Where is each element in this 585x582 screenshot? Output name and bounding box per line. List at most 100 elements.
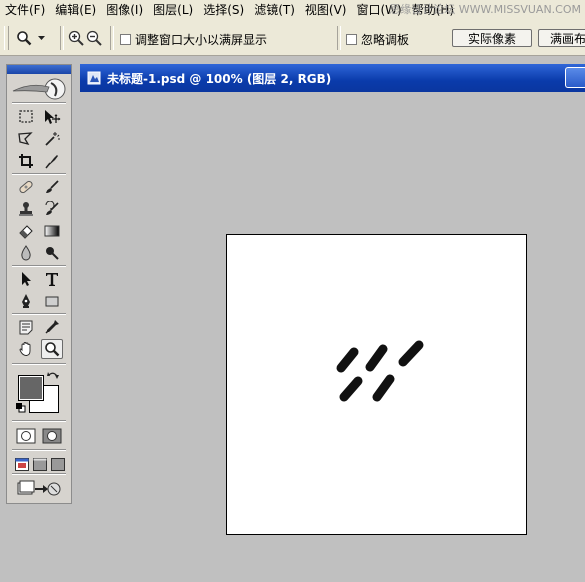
healing-brush-tool[interactable] [15,177,37,197]
toolbox-separator [12,173,66,175]
default-colors-icon[interactable] [16,403,26,413]
crop-icon [19,154,33,168]
zoom-in-icon [68,30,84,46]
menu-bar: 文件(F) 编辑(E) 图像(I) 图层(L) 选择(S) 滤镜(T) 视图(V… [0,0,585,20]
notes-tool[interactable] [15,317,37,337]
clone-stamp-tool[interactable] [15,199,37,219]
quick-mask-button[interactable] [41,426,63,446]
zoom-out-icon [86,30,102,46]
blur-tool[interactable] [15,243,37,263]
zoom-in-button[interactable] [68,30,84,46]
slice-tool[interactable] [41,151,63,171]
document-title: 未标题-1.psd @ 100% (图层 2, RGB) [107,71,332,86]
jump-to-imageready-button[interactable] [15,478,63,498]
menu-select[interactable]: 选择(S) [198,0,249,20]
menu-edit[interactable]: 编辑(E) [50,0,101,20]
swap-colors-icon[interactable] [47,371,59,383]
ignore-palettes-label: 忽略调板 [361,33,410,47]
move-tool[interactable] [41,107,63,127]
slice-icon [45,155,58,169]
rectangular-marquee-icon [19,110,33,123]
full-screen-menu-mode[interactable] [31,454,49,474]
type-icon [46,273,58,286]
foreground-color-swatch[interactable] [18,375,44,401]
brush-stroke [339,376,363,402]
toolbox-separator [12,102,66,104]
brush-stroke [398,340,424,367]
rectangle-tool[interactable] [41,291,63,311]
fit-screen-button[interactable]: 满画布 [538,29,585,47]
hand-icon [19,342,31,356]
actual-pixels-button[interactable]: 实际像素 [452,29,532,47]
eraser-tool[interactable] [15,221,37,241]
dodge-icon [46,247,59,260]
eyedropper-icon [45,320,59,334]
menu-view[interactable]: 视图(V) [300,0,352,20]
document-title-bar[interactable]: 未标题-1.psd @ 100% (图层 2, RGB) [80,64,585,92]
dodge-tool[interactable] [41,243,63,263]
lasso-tool[interactable] [15,129,37,149]
marquee-tool[interactable] [15,107,37,127]
options-bar: 调整窗口大小以满屏显示 忽略调板 实际像素 满画布 [0,20,585,56]
window-control-button[interactable] [565,67,585,88]
eraser-icon [19,225,33,239]
zoom-out-button[interactable] [86,30,102,46]
magic-wand-icon [45,132,60,146]
full-screen-mode[interactable] [49,454,67,474]
hand-tool[interactable] [15,339,37,359]
psd-file-icon [87,71,101,85]
tool-preset-picker[interactable] [16,28,56,48]
magic-wand-tool[interactable] [41,129,63,149]
history-brush-tool[interactable] [41,199,63,219]
checkbox-box[interactable] [346,34,357,45]
menu-image[interactable]: 图像(I) [101,0,148,20]
menu-layer[interactable]: 图层(L) [148,0,198,20]
photoshop-feather-logo[interactable] [11,78,67,100]
type-tool[interactable] [41,269,63,289]
move-icon [45,110,61,124]
brush-icon [46,180,59,193]
standard-screen-mode[interactable] [13,454,31,474]
standard-mode-button[interactable] [15,426,37,446]
document-window: 未标题-1.psd @ 100% (图层 2, RGB) [80,64,585,582]
toolbox-separator [12,265,66,267]
toolbox [6,64,72,504]
pen-icon [22,294,30,308]
options-separator [337,26,341,50]
brush-tool[interactable] [41,177,63,197]
menu-file[interactable]: 文件(F) [0,0,50,20]
resize-windows-label: 调整窗口大小以满屏显示 [135,33,268,47]
bandage-icon [19,180,33,194]
brush-stroke [336,347,359,373]
toolbox-separator [12,473,66,475]
gradient-icon [44,225,60,237]
menu-filter[interactable]: 滤镜(T) [249,0,300,20]
pen-tool[interactable] [15,291,37,311]
checkbox-box[interactable] [120,34,131,45]
zoom-icon [45,342,60,357]
arrow-icon [22,272,31,286]
gradient-tool[interactable] [41,221,63,241]
options-bar-grip[interactable] [4,26,9,50]
resize-windows-checkbox[interactable]: 调整窗口大小以满屏显示 [120,31,267,48]
zoom-tool[interactable] [41,339,63,359]
crop-tool[interactable] [15,151,37,171]
chevron-down-icon [38,35,45,40]
rectangle-icon [45,296,59,307]
options-separator [60,26,64,50]
watermark: 思缘设计论坛 WWW.MISSVUAN.COM [389,3,581,16]
note-icon [19,320,33,335]
toolbox-title-bar[interactable] [7,65,71,74]
path-selection-tool[interactable] [15,269,37,289]
screen-mode-window-icon [15,457,29,471]
ignore-palettes-checkbox[interactable]: 忽略调板 [346,31,409,48]
imageready-icon [17,480,61,496]
lasso-icon [18,132,33,146]
document-canvas[interactable] [226,234,527,535]
canvas-artwork [336,340,424,402]
quick-mask-icon [42,428,62,444]
stamp-icon [19,202,33,216]
toolbox-separator [12,313,66,315]
eyedropper-tool[interactable] [41,317,63,337]
toolbox-separator [12,363,66,365]
